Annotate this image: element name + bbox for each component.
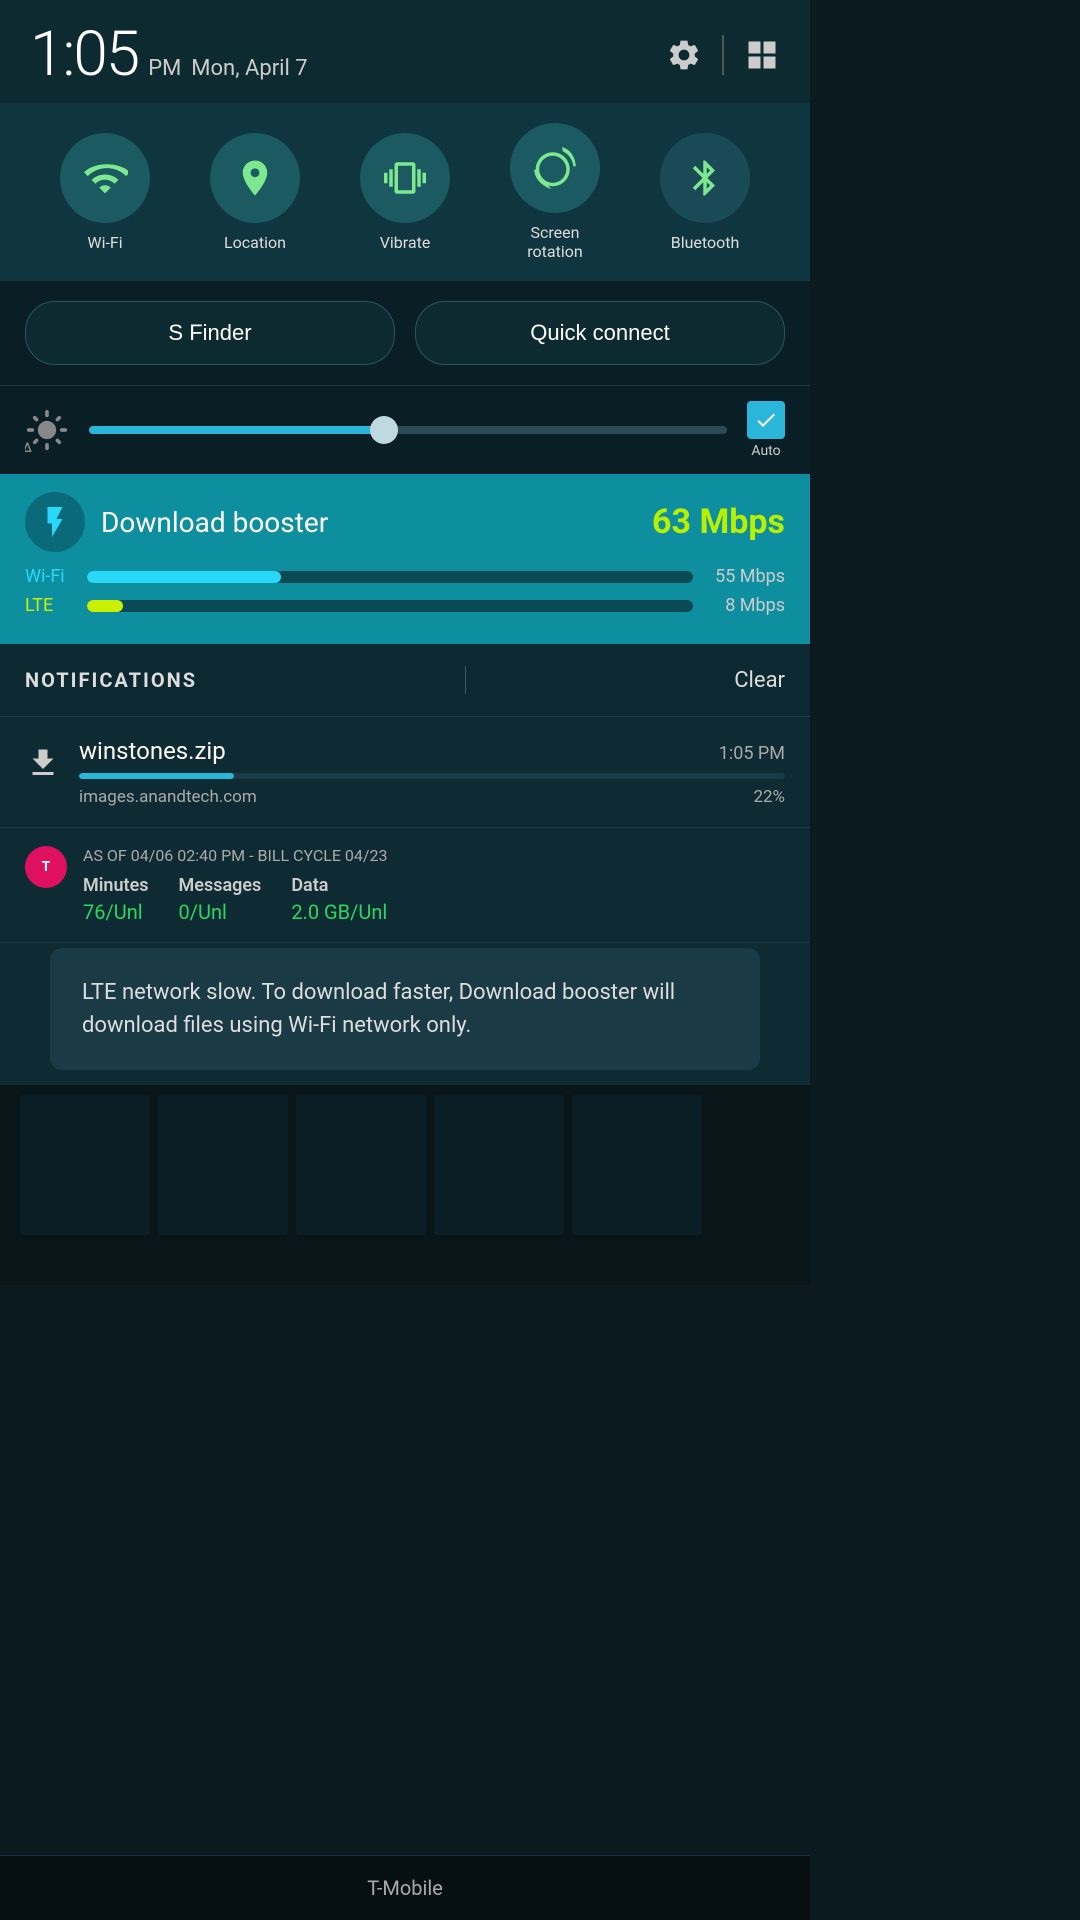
slider-fill	[89, 426, 382, 434]
booster-icon	[25, 492, 85, 552]
background-apps	[0, 1085, 810, 1285]
tmobile-icon: T	[25, 846, 67, 888]
quick-connect-button[interactable]: Quick connect	[415, 301, 785, 365]
bill-messages: Messages 0/Unl	[179, 875, 262, 924]
booster-wifi-fill	[87, 571, 281, 583]
minutes-value: 76/Unl	[83, 900, 149, 924]
toggle-location[interactable]: Location	[210, 133, 300, 252]
grid-icon[interactable]	[744, 37, 780, 73]
booster-lte-fill	[87, 600, 123, 612]
notif-row1: winstones.zip 1:05 PM	[79, 737, 785, 765]
booster-lte-speed: 8 Mbps	[705, 595, 785, 616]
bg-app-2	[158, 1095, 288, 1235]
finder-bar: S Finder Quick connect	[0, 281, 810, 385]
download-booster-tooltip: LTE network slow. To download faster, Do…	[50, 948, 760, 1070]
bg-app-1	[20, 1095, 150, 1235]
status-date: Mon, April 7	[191, 56, 307, 81]
messages-value: 0/Unl	[179, 900, 262, 924]
status-time: 1:05 PM Mon, April 7	[30, 18, 308, 91]
toggle-bluetooth-label: Bluetooth	[671, 233, 740, 252]
booster-wifi-speed: 55 Mbps	[705, 566, 785, 587]
toggle-screen-rotation[interactable]: Screen rotation	[510, 123, 600, 261]
clock-ampm: PM	[148, 56, 181, 81]
toggle-wifi-circle[interactable]	[60, 133, 150, 223]
toggle-vibrate-label: Vibrate	[380, 233, 431, 252]
bill-data: Data 2.0 GB/Unl	[291, 875, 387, 924]
s-finder-button[interactable]: S Finder	[25, 301, 395, 365]
notif-header-divider	[465, 666, 466, 694]
clock-time: 1:05	[30, 18, 138, 91]
booster-title: Download booster	[101, 506, 328, 539]
booster-header: Download booster 63 Mbps	[25, 492, 785, 552]
brightness-slider-container[interactable]	[89, 416, 727, 444]
bill-cycle-title: AS OF 04/06 02:40 PM - BILL CYCLE 04/23	[83, 846, 785, 865]
download-notif-content: winstones.zip 1:05 PM images.anandtech.c…	[79, 737, 785, 807]
auto-check-box[interactable]	[747, 401, 785, 439]
auto-label: Auto	[751, 443, 780, 459]
toggle-wifi[interactable]: Wi-Fi	[60, 133, 150, 252]
booster-left: Download booster	[25, 492, 328, 552]
bg-app-4	[434, 1095, 564, 1235]
booster-lte-row: LTE 8 Mbps	[25, 595, 785, 616]
toggle-location-label: Location	[224, 233, 286, 252]
brightness-icon: A	[25, 408, 69, 452]
data-value: 2.0 GB/Unl	[291, 900, 387, 924]
booster-speed: 63 Mbps	[652, 502, 785, 542]
tooltip-wrapper: LTE network slow. To download faster, Do…	[0, 943, 810, 1085]
tooltip-text: LTE network slow. To download faster, Do…	[82, 980, 675, 1038]
booster-wifi-row: Wi-Fi 55 Mbps	[25, 566, 785, 587]
bill-content: AS OF 04/06 02:40 PM - BILL CYCLE 04/23 …	[83, 846, 785, 924]
download-booster-panel: Download booster 63 Mbps Wi-Fi 55 Mbps L…	[0, 474, 810, 644]
quick-toggles: Wi-Fi Location Vibrate Screen rotation	[0, 103, 810, 281]
booster-wifi-bar	[87, 571, 693, 583]
minutes-header: Minutes	[83, 875, 149, 896]
download-progress-bar	[79, 773, 785, 779]
brightness-bar: A Auto	[0, 385, 810, 474]
toggle-rotation-label: Screen rotation	[527, 223, 582, 261]
notifications-title: NOTIFICATIONS	[25, 668, 197, 692]
status-icons	[666, 35, 780, 75]
messages-header: Messages	[179, 875, 262, 896]
auto-brightness-toggle[interactable]: Auto	[747, 401, 785, 459]
toggle-vibrate[interactable]: Vibrate	[360, 133, 450, 252]
bg-app-3	[296, 1095, 426, 1235]
slider-thumb[interactable]	[370, 416, 398, 444]
download-icon	[25, 745, 61, 789]
toggle-bluetooth[interactable]: Bluetooth	[660, 133, 750, 252]
download-filename: winstones.zip	[79, 737, 226, 765]
toggle-bluetooth-circle[interactable]	[660, 133, 750, 223]
bill-minutes: Minutes 76/Unl	[83, 875, 149, 924]
download-source: images.anandtech.com	[79, 787, 257, 807]
download-percent: 22%	[753, 787, 785, 807]
status-divider	[722, 35, 724, 75]
download-time: 1:05 PM	[719, 743, 785, 764]
download-notification: winstones.zip 1:05 PM images.anandtech.c…	[0, 717, 810, 828]
notif-row3: images.anandtech.com 22%	[79, 787, 785, 807]
clear-notifications-button[interactable]: Clear	[734, 668, 785, 693]
booster-wifi-label: Wi-Fi	[25, 566, 75, 587]
bg-app-5	[572, 1095, 702, 1235]
toggle-location-circle[interactable]	[210, 133, 300, 223]
carrier-name: T-Mobile	[367, 1876, 443, 1900]
toggle-vibrate-circle[interactable]	[360, 133, 450, 223]
bottom-bar: T-Mobile	[0, 1855, 810, 1920]
bill-columns: Minutes 76/Unl Messages 0/Unl Data 2.0 G…	[83, 875, 785, 924]
status-bar: 1:05 PM Mon, April 7	[0, 0, 810, 103]
bill-notification: T AS OF 04/06 02:40 PM - BILL CYCLE 04/2…	[0, 828, 810, 943]
toggle-wifi-label: Wi-Fi	[87, 233, 122, 252]
notifications-header: NOTIFICATIONS Clear	[0, 644, 810, 717]
data-header: Data	[291, 875, 387, 896]
booster-lte-label: LTE	[25, 595, 75, 616]
booster-lte-bar	[87, 600, 693, 612]
toggle-rotation-circle[interactable]	[510, 123, 600, 213]
settings-icon[interactable]	[666, 37, 702, 73]
svg-text:A: A	[25, 440, 33, 452]
slider-track	[89, 426, 727, 434]
download-progress-fill	[79, 773, 234, 779]
